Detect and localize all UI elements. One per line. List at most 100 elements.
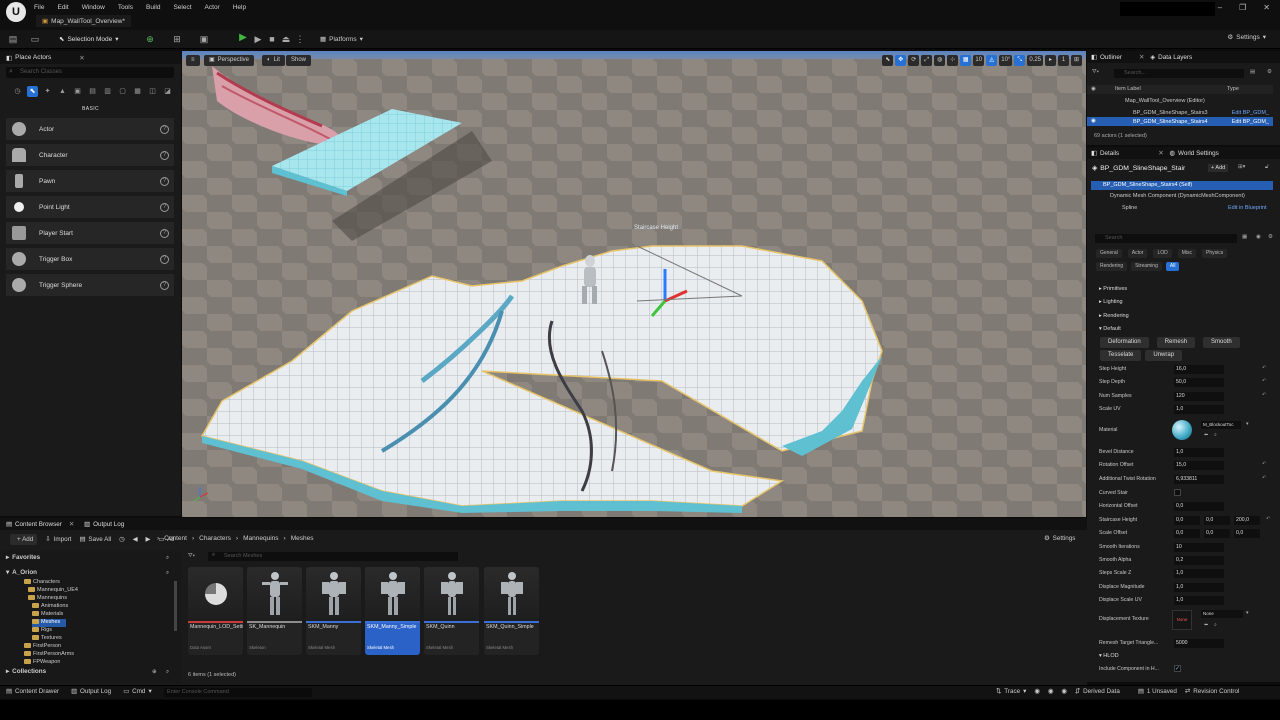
platforms-dropdown[interactable]: ▦ Platforms ▾ bbox=[320, 33, 363, 45]
camera-speed-value[interactable]: 1 bbox=[1058, 55, 1069, 66]
category-default[interactable]: ▾ Default bbox=[1094, 323, 1274, 335]
help-icon[interactable]: ? bbox=[160, 203, 169, 212]
scale-offset-z[interactable]: 0,0 bbox=[1234, 529, 1260, 538]
tree-scrollbar[interactable] bbox=[174, 581, 177, 631]
tree-folder[interactable]: Materials bbox=[32, 611, 63, 619]
content-settings-button[interactable]: ⚙ Settings bbox=[1044, 535, 1075, 542]
asset-tile-selected[interactable]: SKM_Manny_Simple Skeletal Mesh bbox=[365, 567, 420, 655]
close-window-button[interactable]: ✕ bbox=[1263, 3, 1270, 12]
tree-folder-selected[interactable]: Meshes bbox=[32, 619, 67, 627]
trace-button[interactable]: ⇅ Trace ▾ bbox=[996, 688, 1026, 695]
volumes-icon[interactable]: ▢ bbox=[117, 86, 128, 97]
actor-item-actor[interactable]: Actor ? bbox=[6, 118, 174, 142]
close-tab-icon[interactable]: ✕ bbox=[1158, 150, 1163, 157]
filter-rendering[interactable]: Rendering bbox=[1096, 262, 1128, 271]
world-settings-tab[interactable]: ◍ World Settings bbox=[1169, 150, 1218, 157]
prop-value-input[interactable]: 0,2 bbox=[1174, 556, 1224, 565]
scale-snap-value[interactable]: 0.25 bbox=[1027, 55, 1043, 66]
tree-folder[interactable]: Mannequins bbox=[28, 595, 67, 603]
visibility-eye-icon[interactable]: ◉ bbox=[1091, 118, 1096, 124]
all-classes-icon[interactable]: ▦ bbox=[132, 86, 143, 97]
prop-value-input[interactable]: 6,933811 bbox=[1174, 475, 1224, 484]
tree-folder[interactable]: Characters bbox=[24, 579, 60, 587]
staircase-height-handle-label[interactable]: Staircase Height bbox=[634, 225, 678, 231]
prop-value-input[interactable]: 0,0 bbox=[1174, 502, 1224, 511]
actor-item-character[interactable]: Character ? bbox=[6, 144, 174, 168]
outliner-row-type[interactable]: Edit BP_GDM_ bbox=[1232, 119, 1269, 125]
favorites-header[interactable]: ▸ Favorites bbox=[6, 554, 40, 561]
property-matrix-icon[interactable]: ▦ bbox=[1242, 234, 1247, 240]
close-tab-icon[interactable]: ✕ bbox=[69, 521, 74, 528]
browse-asset-icon[interactable]: ⌕ bbox=[1214, 622, 1217, 629]
actor-item-trigger-sphere[interactable]: Trigger Sphere ? bbox=[6, 274, 174, 298]
staircase-height-y[interactable]: 0,0 bbox=[1204, 516, 1230, 525]
lock-icon[interactable]: 🔓︎ bbox=[1265, 164, 1269, 171]
smooth-button[interactable]: Smooth bbox=[1203, 337, 1240, 348]
filter-icon[interactable]: ⛛▾ bbox=[188, 553, 195, 560]
recent-icon[interactable]: ◷ bbox=[12, 86, 23, 97]
filter-streaming[interactable]: Streaming bbox=[1131, 262, 1162, 271]
back-arrow-icon[interactable]: ◀ bbox=[133, 536, 138, 543]
menu-build[interactable]: Build bbox=[146, 4, 160, 11]
eye-icon[interactable]: ◉ bbox=[1256, 234, 1261, 240]
help-icon[interactable]: ? bbox=[160, 151, 169, 160]
settings-dropdown[interactable]: ⚙ Settings ▾ bbox=[1227, 33, 1266, 42]
use-selected-icon[interactable]: ⬅ bbox=[1204, 622, 1208, 628]
basic-icon[interactable]: ⬉ bbox=[27, 86, 38, 97]
prop-value-input[interactable]: 16,0 bbox=[1174, 365, 1224, 374]
crumb-mannequins[interactable]: Mannequins bbox=[243, 535, 278, 542]
menu-window[interactable]: Window bbox=[82, 4, 105, 11]
cinematic-icon[interactable]: ▣ bbox=[72, 86, 83, 97]
scale-snap-icon[interactable]: ⤡ bbox=[1014, 55, 1026, 66]
help-icon[interactable]: ? bbox=[160, 125, 169, 134]
maximize-viewport-icon[interactable]: ⊞ bbox=[1071, 55, 1082, 66]
outliner-row-type[interactable]: Edit BP_GDM_ bbox=[1232, 110, 1269, 116]
deformation-button[interactable]: Deformation bbox=[1100, 337, 1149, 348]
use-selected-icon[interactable]: ⬅ bbox=[1204, 432, 1208, 438]
scale-offset-x[interactable]: 0,0 bbox=[1174, 529, 1200, 538]
menu-actor[interactable]: Actor bbox=[205, 4, 220, 11]
blueprint-options-icon[interactable]: ⊞▾ bbox=[1238, 164, 1245, 170]
actor-item-player-start[interactable]: Player Start ? bbox=[6, 222, 174, 246]
asset-tile[interactable]: SKM_Quinn_Simple Skeletal Mesh bbox=[484, 567, 539, 655]
other-icon[interactable]: ◫ bbox=[147, 86, 158, 97]
asset-tile[interactable]: SKM_Manny Skeletal Mesh bbox=[306, 567, 361, 655]
lights-icon[interactable]: ✦ bbox=[42, 86, 53, 97]
asset-tile[interactable]: SK_Mannequin Skeleton bbox=[247, 567, 302, 655]
details-tab[interactable]: ◧ Details ✕ bbox=[1091, 150, 1163, 157]
filter-lod[interactable]: LOD bbox=[1153, 249, 1172, 258]
crumb-content[interactable]: Content bbox=[164, 535, 187, 542]
eject-icon[interactable]: ⏏ bbox=[281, 34, 291, 44]
lit-dropdown[interactable]: ◐ Lit bbox=[262, 55, 285, 66]
search-classes-input[interactable]: Search Classes bbox=[6, 67, 174, 78]
level-viewport[interactable]: Staircase Height ≡ ▣ Perspective ◐ Lit S… bbox=[182, 51, 1086, 517]
unwrap-button[interactable]: Unwrap bbox=[1145, 350, 1183, 361]
viewport-menu-button[interactable]: ≡ bbox=[186, 55, 200, 66]
place-actors-tab[interactable]: ◧ Place Actors ✕ bbox=[0, 51, 181, 64]
category-lighting[interactable]: ▸ Lighting bbox=[1094, 296, 1274, 308]
derived-data-button[interactable]: ⇵ Derived Data bbox=[1075, 688, 1120, 695]
cmd-dropdown[interactable]: ▭ Cmd ▾ bbox=[123, 688, 151, 695]
favorites-search-icon[interactable]: ⌕ bbox=[166, 555, 169, 562]
menu-edit[interactable]: Edit bbox=[57, 4, 68, 11]
unsaved-button[interactable]: ▤ 1 Unsaved bbox=[1138, 688, 1177, 695]
grid-snap-icon[interactable]: ▦ bbox=[960, 55, 972, 66]
select-tool-icon[interactable]: ⬉ bbox=[882, 55, 894, 66]
details-settings-icon[interactable]: ⚙ bbox=[1268, 234, 1273, 240]
item-label-header[interactable]: Item Label bbox=[1115, 86, 1141, 92]
console-command-input[interactable]: Enter Console Command bbox=[164, 688, 312, 697]
prop-value-input[interactable]: 10 bbox=[1174, 543, 1224, 552]
prop-value-input[interactable]: 1,0 bbox=[1174, 569, 1224, 578]
selection-mode-dropdown[interactable]: ⬉ Selection Mode ▾ bbox=[55, 33, 123, 45]
geometry-icon[interactable]: ▥ bbox=[102, 86, 113, 97]
type-header[interactable]: Type bbox=[1227, 86, 1239, 92]
filter-physics[interactable]: Physics bbox=[1202, 249, 1228, 258]
menu-select[interactable]: Select bbox=[173, 4, 191, 11]
outliner-row-stairs4[interactable]: ◉ BP_GDM_SlineShape_Stairs4 Edit BP_GDM_ bbox=[1087, 117, 1273, 126]
save-all-button[interactable]: ▤ Save All bbox=[79, 536, 111, 543]
output-log-button[interactable]: ▥ Output Log bbox=[71, 688, 111, 695]
add-component-button[interactable]: + Add bbox=[1208, 164, 1229, 172]
perspective-dropdown[interactable]: ▣ Perspective bbox=[204, 55, 255, 66]
help-icon[interactable]: ? bbox=[160, 255, 169, 264]
output-log-tab[interactable]: ▥ Output Log bbox=[84, 521, 124, 528]
